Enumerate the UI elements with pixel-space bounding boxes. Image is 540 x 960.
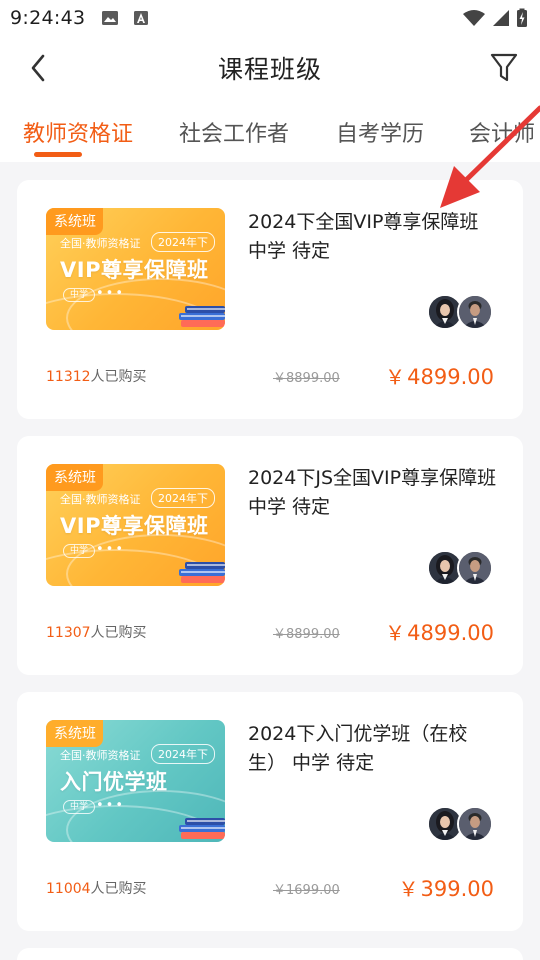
wifi-icon xyxy=(463,10,485,26)
teacher-avatars xyxy=(427,806,495,842)
course-type-badge: 系统班 xyxy=(46,208,103,235)
sale-price: ￥4899.00 xyxy=(385,365,494,389)
course-card[interactable]: 系统班 全国·教师资格证 2024年下 VIP尊享保障班 中学 ••• 2024… xyxy=(17,180,523,419)
books-icon xyxy=(179,306,225,327)
books-icon xyxy=(179,562,225,583)
status-bar: 9:24:43 xyxy=(0,0,540,36)
thumbnail-year-tag: 2024年下 xyxy=(151,232,215,252)
thumbnail-course-name: 入门优学班 xyxy=(60,770,168,794)
thumbnail-dots: ••• xyxy=(96,286,126,301)
page-title: 课程班级 xyxy=(217,55,322,84)
battery-charging-icon xyxy=(517,8,527,27)
course-thumbnail: 系统班 全国·教师资格证 2024年下 VIP尊享保障班 中学 ••• xyxy=(46,208,225,330)
course-title: 2024下JS全国VIP尊享保障班 中学 待定 xyxy=(248,467,497,518)
status-notification-icons xyxy=(101,10,149,26)
thumbnail-dots: ••• xyxy=(96,798,126,813)
course-title: 2024下入门优学班（在校生） 中学 待定 xyxy=(248,723,468,774)
thumbnail-level-tag: 中学 xyxy=(63,800,96,814)
avatar xyxy=(457,294,493,330)
buyers-count: 11307人已购买 xyxy=(46,625,147,641)
teacher-avatars xyxy=(427,294,495,330)
active-tab-indicator xyxy=(34,152,82,157)
thumbnail-year-tag: 2024年下 xyxy=(151,488,215,508)
original-price: ￥8899.00 xyxy=(273,371,340,386)
image-icon xyxy=(102,11,119,25)
buyers-count: 11312人已购买 xyxy=(46,369,147,385)
course-type-badge: 系统班 xyxy=(46,464,103,491)
course-card[interactable]: 系统班 全国·教师资格证 2024年下 VIP尊享保障班 中学 ••• 2024… xyxy=(17,436,523,675)
signal-icon xyxy=(493,10,509,26)
avatar xyxy=(457,806,493,842)
filter-button[interactable] xyxy=(484,48,524,88)
tab-self-study-degree[interactable]: 自考学历 xyxy=(336,116,424,148)
course-type-badge: 系统班 xyxy=(46,720,103,747)
buyers-count: 11004人已购买 xyxy=(46,881,147,897)
course-title: 2024下全国VIP尊享保障班 中学 待定 xyxy=(248,211,479,262)
thumbnail-subtitle: 全国·教师资格证 xyxy=(60,493,141,506)
thumbnail-dots: ••• xyxy=(96,542,126,557)
thumbnail-subtitle: 全国·教师资格证 xyxy=(60,237,141,250)
course-card-partial[interactable] xyxy=(17,948,523,960)
books-icon xyxy=(179,818,225,839)
teacher-male-icon xyxy=(459,552,491,584)
thumbnail-course-name: VIP尊享保障班 xyxy=(60,258,209,282)
status-time: 9:24:43 xyxy=(10,7,86,29)
filter-funnel-icon xyxy=(490,53,518,82)
thumbnail-subtitle: 全国·教师资格证 xyxy=(60,749,141,762)
original-price: ￥1699.00 xyxy=(273,883,340,898)
teacher-avatars xyxy=(427,550,495,586)
avatar xyxy=(457,550,493,586)
original-price: ￥8899.00 xyxy=(273,627,340,642)
status-system-icons xyxy=(462,8,528,28)
title-bar: 课程班级 xyxy=(0,36,540,100)
tab-teacher-qualification[interactable]: 教师资格证 xyxy=(23,116,133,148)
thumbnail-year-tag: 2024年下 xyxy=(151,744,215,764)
teacher-male-icon xyxy=(459,808,491,840)
category-tabs: 教师资格证 社会工作者 自考学历 会计师 xyxy=(0,100,540,162)
thumbnail-course-name: VIP尊享保障班 xyxy=(60,514,209,538)
tab-social-worker[interactable]: 社会工作者 xyxy=(179,116,289,148)
course-card[interactable]: 系统班 全国·教师资格证 2024年下 入门优学班 中学 ••• 2024下入门… xyxy=(17,692,523,931)
sale-price: ￥4899.00 xyxy=(385,621,494,645)
course-thumbnail: 系统班 全国·教师资格证 2024年下 入门优学班 中学 ••• xyxy=(46,720,225,842)
thumbnail-level-tag: 中学 xyxy=(63,288,96,302)
sale-price: ￥399.00 xyxy=(398,877,494,901)
course-thumbnail: 系统班 全国·教师资格证 2024年下 VIP尊享保障班 中学 ••• xyxy=(46,464,225,586)
thumbnail-level-tag: 中学 xyxy=(63,544,96,558)
notification-a-icon xyxy=(134,11,149,25)
tab-accountant[interactable]: 会计师 xyxy=(469,116,535,148)
teacher-male-icon xyxy=(459,296,491,328)
